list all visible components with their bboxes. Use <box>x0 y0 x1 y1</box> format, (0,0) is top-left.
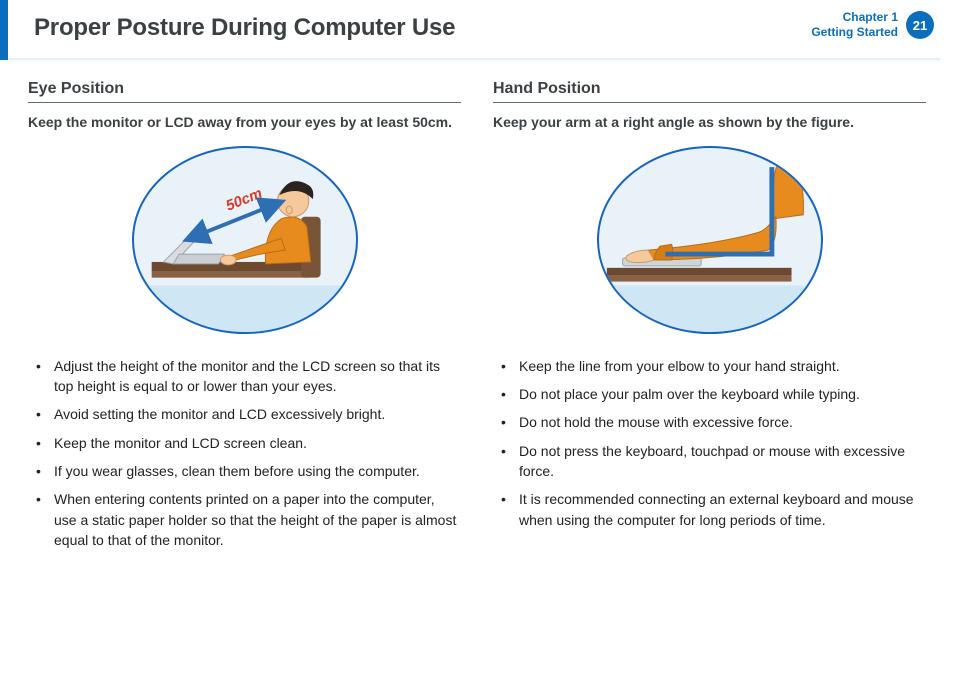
list-item: Do not place your palm over the keyboard… <box>499 384 926 404</box>
eye-position-bullets: Adjust the height of the monitor and the… <box>28 356 461 550</box>
content-columns: Eye Position Keep the monitor or LCD awa… <box>0 60 954 558</box>
list-item: Do not hold the mouse with excessive for… <box>499 412 926 432</box>
hand-position-lead: Keep your arm at a right angle as shown … <box>493 113 926 132</box>
list-item: Do not press the keyboard, touchpad or m… <box>499 441 926 482</box>
eye-position-figure: 50cm <box>132 146 358 334</box>
list-item: Adjust the height of the monitor and the… <box>34 356 461 397</box>
list-item: If you wear glasses, clean them before u… <box>34 461 461 481</box>
list-item: It is recommended connecting an external… <box>499 489 926 530</box>
hand-position-figure-wrap <box>493 146 926 334</box>
eye-position-lead: Keep the monitor or LCD away from your e… <box>28 113 461 132</box>
eye-position-figure-wrap: 50cm <box>28 146 461 334</box>
list-item: When entering contents printed on a pape… <box>34 489 461 550</box>
chapter-text: Chapter 1 Getting Started <box>811 10 898 40</box>
eye-position-title: Eye Position <box>28 80 461 103</box>
hand-position-figure <box>597 146 823 334</box>
hand-position-illustration-svg <box>599 148 821 333</box>
page-header: Proper Posture During Computer Use Chapt… <box>0 0 954 60</box>
hand-position-title: Hand Position <box>493 80 926 103</box>
list-item: Keep the monitor and LCD screen clean. <box>34 433 461 453</box>
chapter-block: Chapter 1 Getting Started 21 <box>811 10 934 40</box>
page-title: Proper Posture During Computer Use <box>34 14 455 42</box>
list-item: Avoid setting the monitor and LCD excess… <box>34 404 461 424</box>
list-item: Keep the line from your elbow to your ha… <box>499 356 926 376</box>
page-number-badge: 21 <box>906 11 934 39</box>
chapter-line-2: Getting Started <box>811 25 898 40</box>
eye-position-column: Eye Position Keep the monitor or LCD awa… <box>28 80 461 558</box>
chapter-line-1: Chapter 1 <box>811 10 898 25</box>
hand-position-bullets: Keep the line from your elbow to your ha… <box>493 356 926 530</box>
eye-position-illustration-svg: 50cm <box>134 148 356 333</box>
hand-position-column: Hand Position Keep your arm at a right a… <box>493 80 926 558</box>
